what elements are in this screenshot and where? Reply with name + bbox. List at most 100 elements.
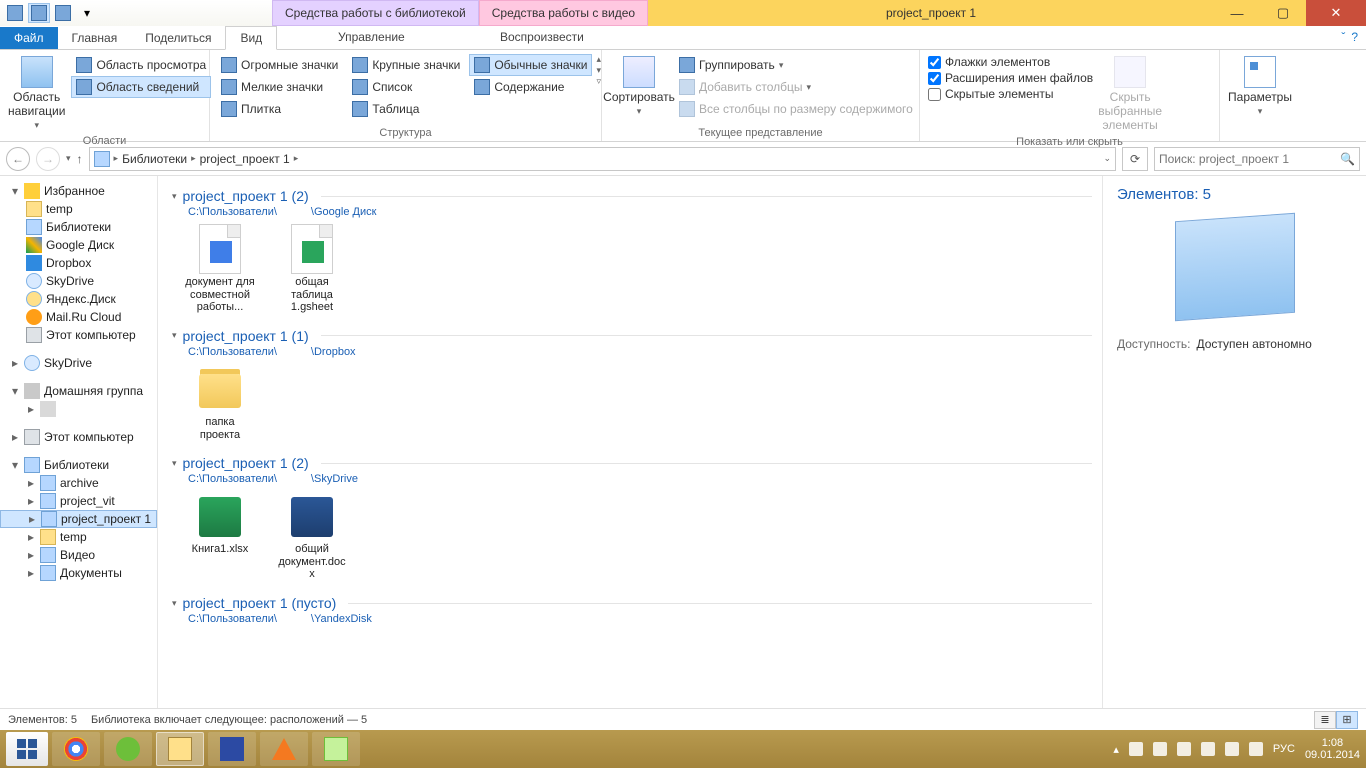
group-path-1[interactable]: C:\Пользователи\ (188, 206, 277, 218)
group-path-2[interactable]: \Dropbox (311, 346, 356, 358)
close-button[interactable]: ✕ (1306, 0, 1366, 26)
table-button[interactable]: Таблица (347, 98, 465, 120)
group-path-1[interactable]: C:\Пользователи\ (188, 613, 277, 625)
hidden-items-checkbox[interactable]: Скрытые элементы (926, 86, 1095, 102)
tree-fav-temp[interactable]: temp (0, 200, 157, 218)
tree-libraries[interactable]: ▾Библиотеки (0, 456, 157, 474)
tray-network-icon[interactable] (1153, 742, 1167, 756)
maximize-button[interactable]: ▢ (1260, 0, 1306, 26)
file-item[interactable]: общая таблица 1.gsheet (276, 224, 348, 314)
tiles-button[interactable]: Плитка (216, 98, 343, 120)
tray-clock[interactable]: 1:08 09.01.2014 (1305, 737, 1360, 761)
layout-scroll-down[interactable]: ▾ (596, 65, 601, 76)
file-tab[interactable]: Файл (0, 27, 58, 49)
tree-lib-project1[interactable]: ▸project_проект 1 (0, 510, 157, 528)
group-path-1[interactable]: C:\Пользователи\ (188, 473, 277, 485)
file-extensions-checkbox[interactable]: Расширения имен файлов (926, 70, 1095, 86)
group-title[interactable]: project_проект 1 (2) (183, 455, 309, 471)
home-tab[interactable]: Главная (58, 27, 132, 49)
file-item[interactable]: Книга1.xlsx (184, 491, 256, 581)
context-label-play[interactable]: Воспроизвести (500, 30, 584, 44)
layout-expand[interactable]: ▿ (596, 76, 601, 87)
refresh-button[interactable]: ⟳ (1122, 147, 1148, 171)
ribbon-collapse-icon[interactable]: ˇ (1341, 30, 1345, 44)
address-bar[interactable]: ▸ Библиотеки ▸ project_проект 1 ▸ ⌄ (89, 147, 1116, 171)
tree-lib-temp[interactable]: ▸temp (0, 528, 157, 546)
content-button[interactable]: Содержание (469, 76, 592, 98)
tree-favorites[interactable]: ▾Избранное (0, 182, 157, 200)
sort-button[interactable]: Сортировать▾ (608, 54, 670, 119)
item-checkboxes-checkbox[interactable]: Флажки элементов (926, 54, 1095, 70)
tree-fav-dropbox[interactable]: Dropbox (0, 254, 157, 272)
navigation-pane-button[interactable]: Область навигации ▾ (6, 54, 67, 133)
large-icons-button[interactable]: Крупные значки (347, 54, 465, 76)
group-title[interactable]: project_проект 1 (1) (183, 328, 309, 344)
list-button[interactable]: Список (347, 76, 465, 98)
context-tab-library-tools[interactable]: Средства работы с библиотекой (272, 0, 479, 26)
tree-fav-gdrive[interactable]: Google Диск (0, 236, 157, 254)
group-collapse-icon[interactable]: ▾ (172, 191, 177, 202)
file-item[interactable]: папка проекта (184, 364, 256, 441)
share-tab[interactable]: Поделиться (131, 27, 225, 49)
tree-lib-video[interactable]: ▸Видео (0, 546, 157, 564)
taskbar-notepadpp[interactable] (312, 732, 360, 766)
tray-cloud-icon[interactable] (1249, 742, 1263, 756)
tray-sync-icon[interactable] (1177, 742, 1191, 756)
tray-volume-icon[interactable] (1201, 742, 1215, 756)
search-input[interactable] (1159, 152, 1340, 166)
taskbar-vlc[interactable] (260, 732, 308, 766)
context-label-manage[interactable]: Управление (338, 30, 405, 44)
qat-btn-2[interactable] (28, 3, 50, 23)
tray-overflow-icon[interactable]: ▴ (1113, 743, 1119, 756)
tree-lib-archive[interactable]: ▸archive (0, 474, 157, 492)
group-collapse-icon[interactable]: ▾ (172, 598, 177, 609)
tray-battery-icon[interactable] (1129, 742, 1143, 756)
taskbar-chrome[interactable] (52, 732, 100, 766)
search-box[interactable]: 🔍 (1154, 147, 1360, 171)
tree-homegroup-user[interactable]: ▸ (0, 400, 157, 418)
address-dropdown[interactable]: ⌄ (1103, 153, 1111, 164)
tree-fav-thispc[interactable]: Этот компьютер (0, 326, 157, 344)
file-list[interactable]: ▾project_проект 1 (2)C:\Пользователи\\Go… (158, 176, 1102, 708)
group-path-2[interactable]: \SkyDrive (311, 473, 358, 485)
taskbar-utorrent[interactable] (104, 732, 152, 766)
tree-fav-mailru[interactable]: Mail.Ru Cloud (0, 308, 157, 326)
tree-this-pc[interactable]: ▸Этот компьютер (0, 428, 157, 446)
tree-skydrive[interactable]: ▸SkyDrive (0, 354, 157, 372)
back-button[interactable]: ← (6, 147, 30, 171)
tree-lib-documents[interactable]: ▸Документы (0, 564, 157, 582)
qat-btn-1[interactable] (4, 3, 26, 23)
group-path-2[interactable]: \YandexDisk (311, 613, 372, 625)
qat-btn-3[interactable] (52, 3, 74, 23)
minimize-button[interactable]: — (1214, 0, 1260, 26)
navigation-tree[interactable]: ▾Избранное temp Библиотеки Google Диск D… (0, 176, 158, 708)
preview-pane-button[interactable]: Область просмотра (71, 54, 211, 76)
layout-scroll-up[interactable]: ▴ (596, 54, 601, 65)
tree-fav-skydrive[interactable]: SkyDrive (0, 272, 157, 290)
group-collapse-icon[interactable]: ▾ (172, 330, 177, 341)
options-button[interactable]: Параметры▾ (1229, 54, 1291, 119)
tree-fav-libraries[interactable]: Библиотеки (0, 218, 157, 236)
taskbar-totalcmd[interactable] (208, 732, 256, 766)
group-title[interactable]: project_проект 1 (2) (183, 188, 309, 204)
view-icons-button[interactable]: ⊞ (1336, 711, 1358, 729)
qat-overflow[interactable]: ▾ (76, 3, 98, 23)
help-icon[interactable]: ? (1351, 30, 1358, 44)
tray-language[interactable]: РУС (1273, 743, 1295, 755)
huge-icons-button[interactable]: Огромные значки (216, 54, 343, 76)
group-collapse-icon[interactable]: ▾ (172, 458, 177, 469)
group-by-button[interactable]: Группировать ▾ (674, 54, 918, 76)
tree-fav-yandex[interactable]: Яндекс.Диск (0, 290, 157, 308)
view-details-button[interactable]: ≣ (1314, 711, 1336, 729)
view-tab[interactable]: Вид (225, 26, 277, 50)
tree-homegroup[interactable]: ▾Домашняя группа (0, 382, 157, 400)
details-pane-button[interactable]: Область сведений (71, 76, 211, 98)
tree-lib-projectvit[interactable]: ▸project_vit (0, 492, 157, 510)
file-item[interactable]: документ для совместной работы... (184, 224, 256, 314)
breadcrumb-project[interactable]: project_проект 1 (200, 152, 290, 166)
tray-action-center-icon[interactable] (1225, 742, 1239, 756)
medium-icons-button[interactable]: Обычные значки (469, 54, 592, 76)
system-tray[interactable]: ▴ РУС 1:08 09.01.2014 (1113, 737, 1360, 761)
file-item[interactable]: общий документ.docx (276, 491, 348, 581)
start-button[interactable] (6, 732, 48, 766)
